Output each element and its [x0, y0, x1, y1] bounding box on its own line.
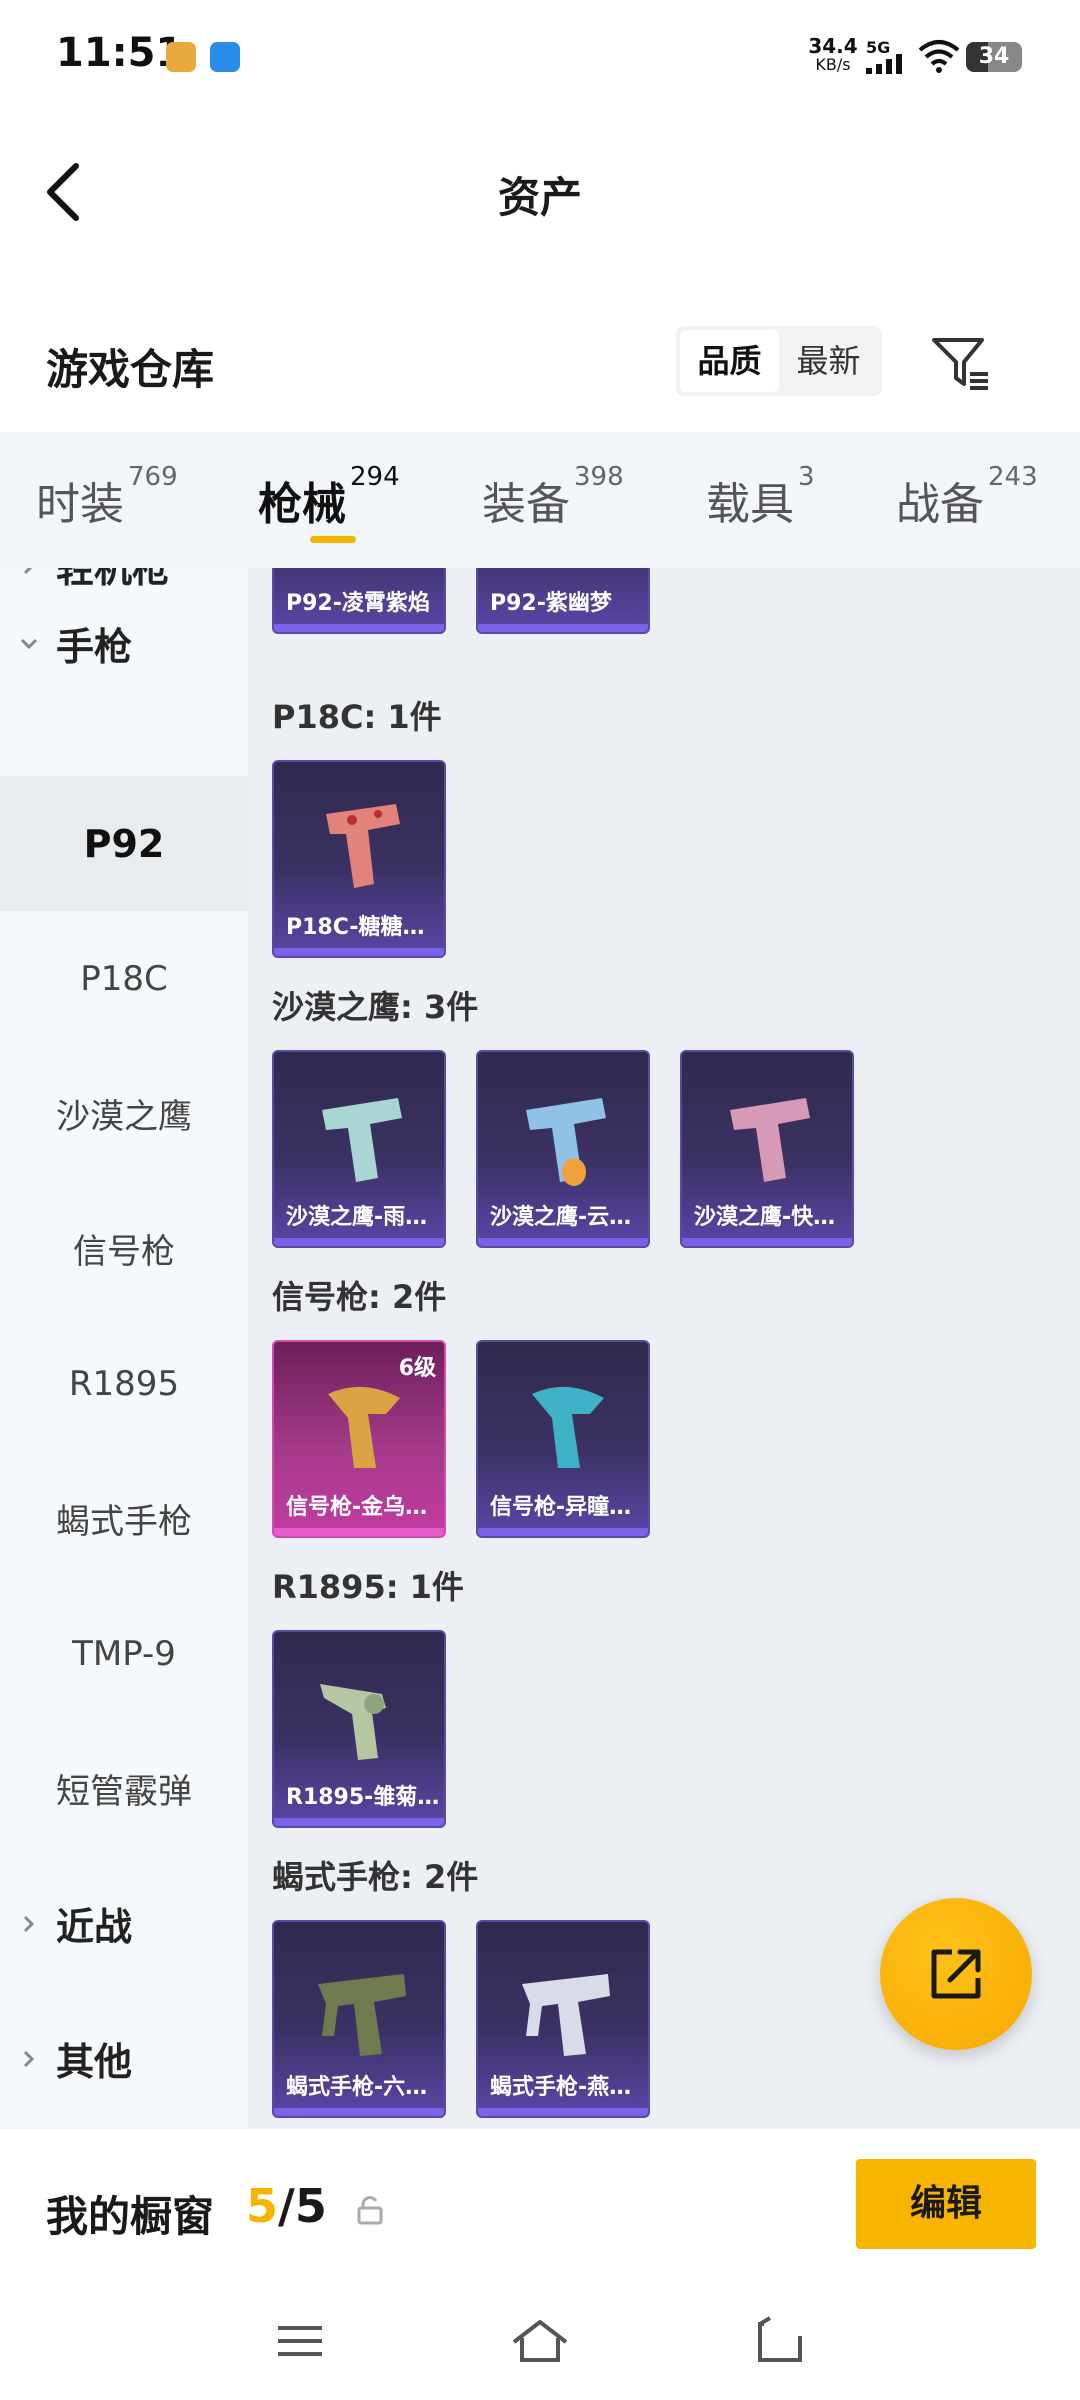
page-title: 资产 [497, 173, 582, 222]
nav-group-melee[interactable]: 近战 [0, 1856, 248, 1991]
battery-icon: 34 [966, 42, 1022, 72]
home-icon[interactable] [510, 2316, 570, 2366]
chevron-right-icon [23, 2050, 35, 2067]
pistol-skin-image [312, 568, 412, 580]
network-speed: 34.4 KB/s [808, 34, 858, 74]
nav-group-other[interactable]: 其他 [0, 1991, 248, 2126]
pistol-skin-image [730, 1098, 810, 1182]
tab-equipment[interactable]: 装备398 [482, 462, 624, 532]
pistol-skin-image [516, 568, 616, 580]
nav-item-flare-gun[interactable]: 信号枪 [0, 1181, 248, 1316]
group-label: P18C: 1件 [272, 698, 442, 736]
nav-item-r1895[interactable]: R1895 [0, 1316, 248, 1451]
group-label: R1895: 1件 [272, 1568, 464, 1606]
sort-option-quality[interactable]: 品质 [680, 330, 779, 392]
notification-app-icon [166, 42, 196, 72]
group-label: 沙漠之鹰: 3件 [272, 988, 479, 1026]
showcase-bar: 我的橱窗 5/5 编辑 [0, 2128, 1080, 2278]
weapon-card[interactable]: R1895-雏菊… [272, 1630, 446, 1828]
wifi-icon [918, 40, 960, 73]
showcase-title: 我的橱窗 [46, 2192, 215, 2241]
active-tab-indicator [310, 536, 356, 543]
nav-group-pistol[interactable]: 手枪 [0, 576, 248, 711]
weapon-card[interactable]: P92-凌霄紫焰 [272, 568, 446, 634]
pistol-skin-image [322, 1098, 402, 1182]
section-title: 游戏仓库 [46, 345, 215, 394]
group-label: 信号枪: 2件 [272, 1278, 447, 1316]
nav-item-p18c[interactable]: P18C [0, 911, 248, 1046]
weapon-grid: P92-凌霄紫焰 P92-紫幽梦 P18C: 1件 P18C-糖糖… 沙漠之鹰:… [248, 568, 1080, 2128]
showcase-count: 5/5 [246, 2179, 327, 2233]
tab-weapons[interactable]: 枪械294 [258, 462, 400, 532]
pistol-skin-image [526, 1098, 606, 1186]
notification-app-icon [210, 42, 240, 72]
nav-item-p92[interactable]: P92 [0, 776, 248, 911]
system-nav-bar [0, 2278, 1080, 2400]
tab-supplies[interactable]: 战备243 [896, 462, 1038, 532]
filter-icon[interactable] [928, 330, 994, 396]
weapon-card[interactable]: 6级 信号枪-金乌… [272, 1340, 446, 1538]
menu-icon[interactable] [270, 2316, 330, 2366]
nav-item-desert-eagle[interactable]: 沙漠之鹰 [0, 1046, 248, 1181]
share-icon [931, 1949, 981, 1999]
revolver-skin-image [320, 1684, 386, 1760]
flare-gun-skin-image [532, 1386, 604, 1468]
nav-item-skorpion[interactable]: 蝎式手枪 [0, 1451, 248, 1586]
sort-toggle: 品质 最新 [676, 326, 882, 396]
pistol-skin-image [326, 804, 400, 888]
nav-item-tmp9[interactable]: TMP-9 [0, 1586, 248, 1721]
weapon-type-nav: 轻机枪 手枪 P92 P18C 沙漠之鹰 信号枪 R1895 蝎式手枪 TMP-… [0, 568, 248, 2128]
edit-button[interactable]: 编辑 [856, 2159, 1036, 2249]
chevron-down-icon [20, 638, 38, 649]
tab-fashion[interactable]: 时装769 [36, 462, 178, 532]
weapon-card[interactable]: 沙漠之鹰-雨… [272, 1050, 446, 1248]
nav-item-sawed-off[interactable]: 短管霰弹 [0, 1721, 248, 1856]
chevron-right-icon [23, 568, 32, 574]
flare-gun-skin-image [328, 1386, 400, 1468]
smg-skin-image [318, 1974, 406, 2056]
sort-option-newest[interactable]: 最新 [779, 330, 878, 392]
weapon-card[interactable]: 沙漠之鹰-云… [476, 1050, 650, 1248]
signal-icon [866, 54, 902, 74]
chevron-right-icon [23, 1915, 35, 1932]
weapon-card[interactable]: 沙漠之鹰-快… [680, 1050, 854, 1248]
weapon-card[interactable]: 信号枪-异瞳… [476, 1340, 650, 1538]
category-tabs: 时装769 枪械294 装备398 载具3 战备243 [0, 432, 1080, 568]
tab-vehicles[interactable]: 载具3 [706, 462, 815, 532]
group-label: 蝎式手枪: 2件 [272, 1858, 479, 1896]
app-screen: 11:51 34.4 KB/s 5G 34 资产 游戏仓库 品质 最新 时装76… [0, 0, 1080, 2400]
status-bar: 11:51 34.4 KB/s 5G 34 [0, 0, 1080, 110]
weapon-card[interactable]: 蝎式手枪-六… [272, 1920, 446, 2118]
weapon-card[interactable]: 蝎式手枪-燕… [476, 1920, 650, 2118]
weapon-card[interactable]: P18C-糖糖… [272, 760, 446, 958]
weapon-card[interactable]: P92-紫幽梦 [476, 568, 650, 634]
unlock-icon [357, 2196, 383, 2225]
smg-skin-image [522, 1974, 610, 2056]
share-fab[interactable] [880, 1898, 1032, 2050]
back-nav-icon[interactable] [750, 2316, 810, 2366]
clock: 11:51 [56, 30, 184, 76]
